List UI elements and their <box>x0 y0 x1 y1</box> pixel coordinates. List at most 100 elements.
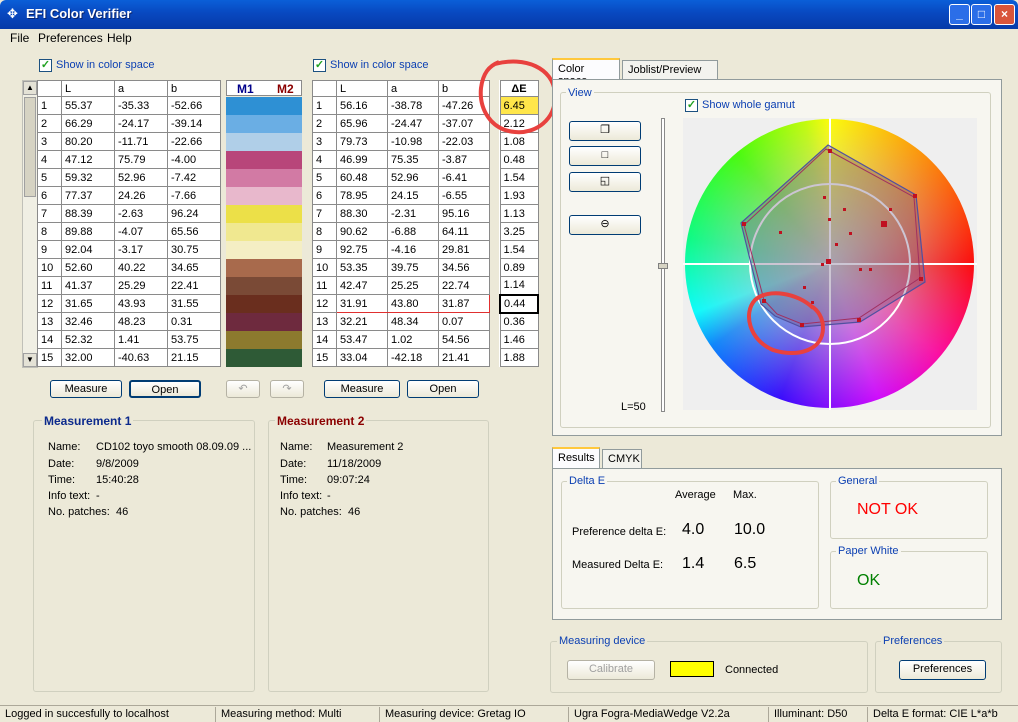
table-cell[interactable]: 77.37 <box>61 186 115 205</box>
table-cell[interactable]: 53.35 <box>336 258 388 277</box>
tab-joblist-preview[interactable]: Joblist/Preview <box>622 60 718 80</box>
table-cell[interactable]: -7.66 <box>167 186 221 205</box>
scroll-down-icon[interactable]: ▼ <box>23 353 37 367</box>
table-row[interactable]: 4 47.12 75.79 -4.00 <box>37 150 221 169</box>
table-cell[interactable]: 80.20 <box>61 132 115 151</box>
table-row[interactable]: 9 92.75 -4.16 29.81 <box>312 240 490 259</box>
table-cell[interactable]: 52.96 <box>387 168 439 187</box>
table-cell[interactable]: -35.33 <box>114 96 168 115</box>
table-cell[interactable]: 92.04 <box>61 240 115 259</box>
table-cell[interactable]: -42.18 <box>387 348 439 367</box>
table-row[interactable]: 2 66.29 -24.17 -39.14 <box>37 114 221 133</box>
table-cell[interactable]: 53.75 <box>167 330 221 349</box>
view-side-button[interactable]: ◱ <box>569 172 641 192</box>
table-cell[interactable]: 31.87 <box>438 294 490 313</box>
table-cell[interactable]: -4.16 <box>387 240 439 259</box>
table-cell[interactable]: -52.66 <box>167 96 221 115</box>
table-row[interactable]: 9 92.04 -3.17 30.75 <box>37 240 221 259</box>
color-wheel-canvas[interactable] <box>683 118 977 410</box>
show-gamut-checkbox[interactable]: ✓ <box>685 99 698 112</box>
left-scrollbar[interactable]: ▲ ▼ <box>22 80 38 368</box>
table-row[interactable]: 8 90.62 -6.88 64.11 <box>312 222 490 241</box>
table-cell[interactable]: -24.47 <box>387 114 439 133</box>
table-cell[interactable]: 22.74 <box>438 276 490 295</box>
menu-file[interactable]: File <box>10 31 29 45</box>
measure-button-left[interactable]: Measure <box>50 380 122 398</box>
minimize-button[interactable]: _ <box>949 4 970 25</box>
table-cell[interactable]: 33.04 <box>336 348 388 367</box>
tab-cmyk[interactable]: CMYK <box>602 449 642 469</box>
table-row[interactable]: 6 77.37 24.26 -7.66 <box>37 186 221 205</box>
table-row[interactable]: 0.36 <box>499 312 539 331</box>
table-row[interactable]: 7 88.39 -2.63 96.24 <box>37 204 221 223</box>
table-cell[interactable]: 24.15 <box>387 186 439 205</box>
table-cell[interactable]: 65.96 <box>336 114 388 133</box>
table-cell[interactable]: 56.16 <box>336 96 388 115</box>
table-cell[interactable]: 0.31 <box>167 312 221 331</box>
view-3d-button[interactable]: ❐ <box>569 121 641 141</box>
table-cell[interactable]: -2.31 <box>387 204 439 223</box>
scroll-thumb[interactable] <box>24 97 36 197</box>
table-row[interactable]: 4 46.99 75.35 -3.87 <box>312 150 490 169</box>
table-cell[interactable]: -10.98 <box>387 132 439 151</box>
table-cell[interactable]: 60.48 <box>336 168 388 187</box>
table-cell[interactable]: -38.78 <box>387 96 439 115</box>
table-cell[interactable]: -6.41 <box>438 168 490 187</box>
table-cell[interactable]: 34.65 <box>167 258 221 277</box>
preferences-button[interactable]: Preferences <box>899 660 986 680</box>
table-cell[interactable]: 29.81 <box>438 240 490 259</box>
lightness-slider-thumb[interactable] <box>658 263 668 269</box>
table-row[interactable]: 10 52.60 40.22 34.65 <box>37 258 221 277</box>
table-cell[interactable]: 64.11 <box>438 222 490 241</box>
table-cell[interactable]: 42.47 <box>336 276 388 295</box>
table-row[interactable]: 6 78.95 24.15 -6.55 <box>312 186 490 205</box>
table-cell[interactable]: 89.88 <box>61 222 115 241</box>
undo-button[interactable]: ↶ <box>226 380 260 398</box>
table-cell[interactable]: -4.00 <box>167 150 221 169</box>
table-cell[interactable]: 34.56 <box>438 258 490 277</box>
table-cell[interactable]: -22.66 <box>167 132 221 151</box>
table-cell[interactable]: 48.34 <box>387 312 439 331</box>
table-cell[interactable]: -3.87 <box>438 150 490 169</box>
menu-help[interactable]: Help <box>107 31 132 45</box>
table-cell[interactable]: 39.75 <box>387 258 439 277</box>
table-row[interactable]: 1 56.16 -38.78 -47.26 <box>312 96 490 115</box>
table-row[interactable]: 2 65.96 -24.47 -37.07 <box>312 114 490 133</box>
table-row[interactable]: 1.14 <box>499 276 539 295</box>
table-cell[interactable]: -3.17 <box>114 240 168 259</box>
table-cell[interactable]: 25.25 <box>387 276 439 295</box>
table-cell[interactable]: 65.56 <box>167 222 221 241</box>
table-cell[interactable]: 31.91 <box>336 294 388 313</box>
tab-results[interactable]: Results <box>552 447 600 469</box>
table-cell[interactable]: 1.41 <box>114 330 168 349</box>
table-cell[interactable]: 43.93 <box>114 294 168 313</box>
table-row[interactable]: 3 79.73 -10.98 -22.03 <box>312 132 490 151</box>
table-row[interactable]: 1.54 <box>499 168 539 187</box>
table-cell[interactable]: 66.29 <box>61 114 115 133</box>
redo-button[interactable]: ↷ <box>270 380 304 398</box>
table-cell[interactable]: 52.96 <box>114 168 168 187</box>
table-cell[interactable]: 95.16 <box>438 204 490 223</box>
table-row[interactable]: 12 31.65 43.93 31.55 <box>37 294 221 313</box>
menu-preferences[interactable]: Preferences <box>38 31 103 45</box>
table-row[interactable]: 1.46 <box>499 330 539 349</box>
table-row[interactable]: 8 89.88 -4.07 65.56 <box>37 222 221 241</box>
table-cell[interactable]: 31.55 <box>167 294 221 313</box>
table-cell[interactable]: 22.41 <box>167 276 221 295</box>
view-bottom-button[interactable]: ⊖ <box>569 215 641 235</box>
table-cell[interactable]: -40.63 <box>114 348 168 367</box>
table-cell[interactable]: 25.29 <box>114 276 168 295</box>
table-cell[interactable]: 54.56 <box>438 330 490 349</box>
table-cell[interactable]: 41.37 <box>61 276 115 295</box>
table-cell[interactable]: 52.32 <box>61 330 115 349</box>
table-cell[interactable]: 53.47 <box>336 330 388 349</box>
table-cell[interactable]: 75.35 <box>387 150 439 169</box>
table-cell[interactable]: 31.65 <box>61 294 115 313</box>
scroll-up-icon[interactable]: ▲ <box>23 81 37 95</box>
table-cell[interactable]: 21.41 <box>438 348 490 367</box>
table-cell[interactable]: 78.95 <box>336 186 388 205</box>
table-row[interactable]: 15 33.04 -42.18 21.41 <box>312 348 490 367</box>
tab-color-space[interactable]: Color space <box>552 58 620 87</box>
table-cell[interactable]: -24.17 <box>114 114 168 133</box>
table-row[interactable]: 0.89 <box>499 258 539 277</box>
